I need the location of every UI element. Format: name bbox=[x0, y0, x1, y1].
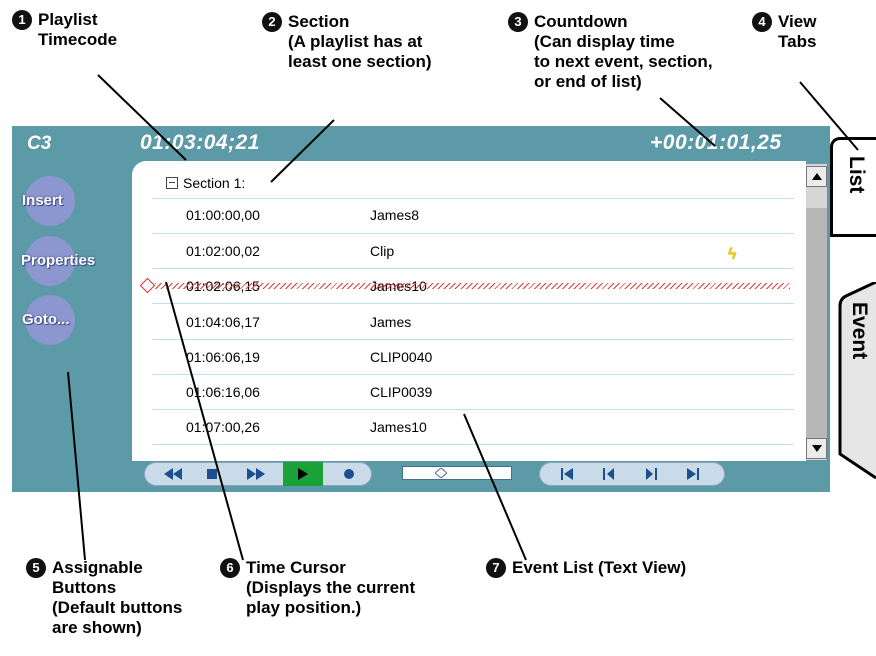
event-time[interactable]: 01:07:00,26 bbox=[186, 419, 260, 435]
callout-text: View Tabs bbox=[778, 12, 817, 51]
tab-list-label: List bbox=[845, 156, 868, 194]
callout-number: 5 bbox=[26, 558, 46, 578]
rewind-button[interactable] bbox=[156, 462, 190, 486]
callout-time-cursor: 6 Time Cursor (Displays the current play… bbox=[220, 558, 415, 618]
tab-event-label: Event bbox=[848, 302, 871, 360]
row-divider bbox=[152, 444, 794, 445]
callout-text: Section (A playlist has at least one sec… bbox=[288, 12, 432, 71]
next-event-button[interactable] bbox=[632, 462, 670, 486]
event-name[interactable]: James8 bbox=[370, 207, 419, 223]
scroll-down-button[interactable] bbox=[806, 438, 827, 459]
event-name[interactable]: CLIP0039 bbox=[370, 384, 432, 400]
insert-button[interactable]: Insert bbox=[22, 192, 63, 209]
callout-playlist-timecode: 1 Playlist Timecode bbox=[12, 10, 117, 50]
row-divider bbox=[152, 233, 794, 234]
callout-event-list: 7 Event List (Text View) bbox=[486, 558, 686, 578]
section-header[interactable]: Section 1: bbox=[166, 175, 245, 191]
event-time[interactable]: 01:06:06,19 bbox=[186, 349, 260, 365]
scroll-up-button[interactable] bbox=[806, 166, 827, 187]
go-to-end-button[interactable] bbox=[674, 462, 712, 486]
callout-view-tabs: 4 View Tabs bbox=[752, 12, 816, 52]
event-name[interactable]: James bbox=[370, 314, 411, 330]
scrubber-handle-icon[interactable] bbox=[435, 468, 447, 478]
callout-text: Playlist Timecode bbox=[38, 10, 118, 49]
channel-label: C3 bbox=[27, 133, 52, 154]
callout-section: 2 Section (A playlist has at least one s… bbox=[262, 12, 432, 72]
callout-assignable-buttons: 5 Assignable Buttons (Default buttons ar… bbox=[26, 558, 182, 638]
playlist-timecode: 01:03:04;21 bbox=[140, 131, 260, 154]
position-scrubber[interactable] bbox=[402, 466, 512, 480]
arrow-down-icon bbox=[812, 445, 822, 452]
row-divider bbox=[152, 303, 794, 304]
event-time[interactable]: 01:02:00,02 bbox=[186, 243, 260, 259]
row-divider bbox=[152, 198, 794, 199]
event-list bbox=[132, 161, 806, 461]
goto-button[interactable]: Goto... bbox=[22, 311, 70, 328]
tab-list[interactable]: List bbox=[830, 137, 876, 237]
stop-button[interactable] bbox=[194, 462, 230, 486]
step-back-icon bbox=[603, 468, 614, 480]
play-button[interactable] bbox=[283, 462, 323, 486]
callout-text: Time Cursor (Displays the current play p… bbox=[246, 558, 416, 617]
play-icon bbox=[298, 468, 308, 480]
rewind-icon bbox=[164, 468, 182, 480]
record-button[interactable] bbox=[330, 462, 368, 486]
event-name[interactable]: CLIP0040 bbox=[370, 349, 432, 365]
callout-text: Assignable Buttons (Default buttons are … bbox=[52, 558, 183, 637]
step-forward-icon bbox=[646, 468, 657, 480]
callout-number: 1 bbox=[12, 10, 32, 30]
event-time[interactable]: 01:00:00,00 bbox=[186, 207, 260, 223]
callout-number: 2 bbox=[262, 12, 282, 32]
callout-text: Event List (Text View) bbox=[512, 558, 687, 577]
event-name[interactable]: Clip bbox=[370, 243, 394, 259]
fast-forward-button[interactable] bbox=[234, 462, 278, 486]
record-icon bbox=[344, 469, 354, 479]
stop-icon bbox=[207, 469, 217, 479]
callout-number: 6 bbox=[220, 558, 240, 578]
event-name[interactable]: James10 bbox=[370, 419, 427, 435]
skip-start-icon bbox=[561, 468, 573, 480]
row-divider bbox=[152, 374, 794, 375]
event-time[interactable]: 01:04:06,17 bbox=[186, 314, 260, 330]
fast-forward-icon bbox=[247, 468, 265, 480]
row-divider bbox=[152, 268, 794, 269]
callout-countdown: 3 Countdown (Can display time to next ev… bbox=[508, 12, 713, 92]
countdown-display[interactable]: +00:01:01,25 bbox=[650, 131, 782, 155]
previous-event-button[interactable] bbox=[590, 462, 628, 486]
row-divider bbox=[152, 409, 794, 410]
callout-number: 4 bbox=[752, 12, 772, 32]
row-divider bbox=[152, 339, 794, 340]
callout-number: 3 bbox=[508, 12, 528, 32]
callout-number: 7 bbox=[486, 558, 506, 578]
callout-text: Countdown (Can display time to next even… bbox=[534, 12, 713, 91]
go-to-start-button[interactable] bbox=[548, 462, 586, 486]
skip-end-icon bbox=[687, 468, 699, 480]
arrow-up-icon bbox=[812, 173, 822, 180]
scrollbar-thumb[interactable] bbox=[806, 208, 827, 438]
properties-button[interactable]: Properties bbox=[21, 252, 95, 269]
section-label: Section 1: bbox=[183, 175, 246, 191]
event-time[interactable]: 01:06:16,06 bbox=[186, 384, 260, 400]
lightning-icon: ϟ bbox=[728, 246, 737, 263]
time-cursor-line bbox=[155, 283, 790, 289]
collapse-icon[interactable] bbox=[166, 177, 178, 189]
